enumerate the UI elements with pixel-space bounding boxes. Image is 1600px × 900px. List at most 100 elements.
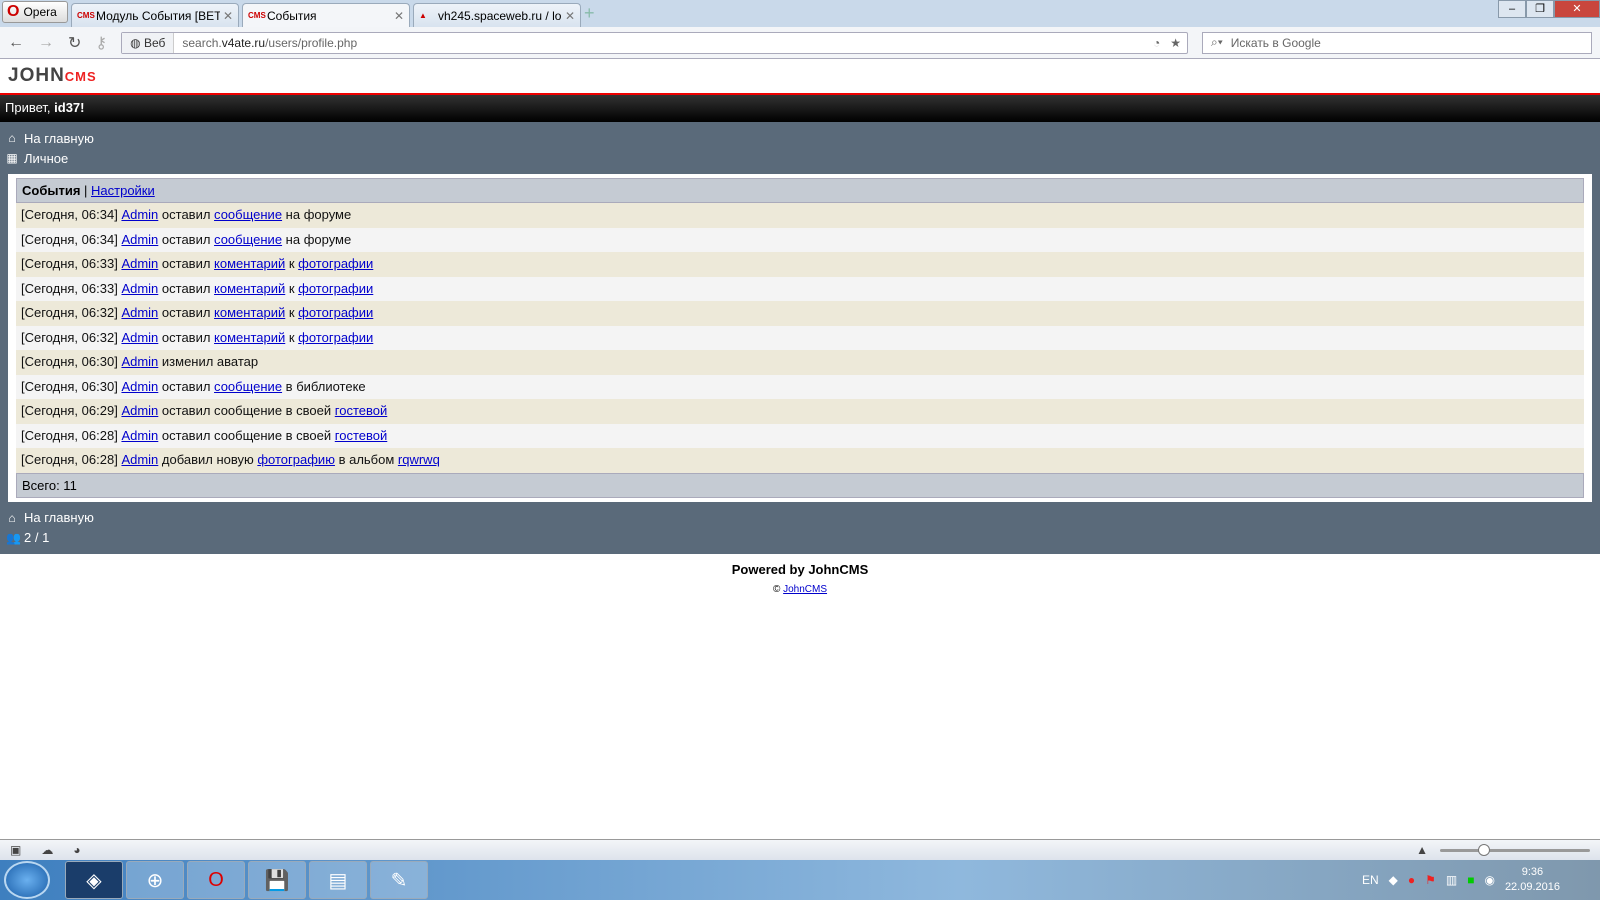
- nav-item[interactable]: ⌂ На главную: [6, 128, 1594, 148]
- back-icon[interactable]: ←: [8, 34, 24, 52]
- nav-label: Личное: [24, 150, 69, 166]
- event-link[interactable]: коментарий: [214, 281, 285, 296]
- speed-dial-icon[interactable]: ◕: [73, 843, 80, 857]
- event-link[interactable]: сообщение: [214, 232, 282, 247]
- bottom-nav: ⌂ На главную 👥 2 / 1: [0, 501, 1600, 554]
- nav-label: На главную: [24, 510, 94, 525]
- event-link[interactable]: фотографии: [298, 330, 373, 345]
- event-link[interactable]: гостевой: [335, 428, 387, 443]
- volume-icon[interactable]: ◉: [1484, 873, 1494, 887]
- key-icon[interactable]: ⚷: [95, 33, 107, 53]
- event-link[interactable]: сообщение: [214, 379, 282, 394]
- event-link[interactable]: сообщение: [214, 207, 282, 222]
- taskbar-save[interactable]: 💾: [248, 861, 306, 899]
- event-time: [Сегодня, 06:28]: [21, 452, 118, 467]
- user-link[interactable]: Admin: [121, 403, 158, 418]
- reload-icon[interactable]: ↻: [68, 33, 81, 53]
- cms-icon: CMS: [248, 11, 266, 20]
- flag-icon[interactable]: ⚑: [1425, 873, 1436, 887]
- panel-toggle-icon[interactable]: ▣: [10, 843, 21, 857]
- event-text: оставил: [158, 256, 215, 271]
- user-link[interactable]: Admin: [121, 256, 158, 271]
- battery-icon[interactable]: ■: [1467, 873, 1474, 887]
- event-time: [Сегодня, 06:30]: [21, 378, 118, 394]
- beats-icon[interactable]: ●: [1408, 873, 1415, 887]
- user-link[interactable]: Admin: [121, 379, 158, 394]
- event-link[interactable]: rqwrwq: [398, 452, 440, 467]
- cms-icon: CMS: [77, 11, 95, 20]
- browser-tab[interactable]: CMS Модуль События [BET... ✕: [71, 3, 239, 27]
- event-time: [Сегодня, 06:34]: [21, 231, 118, 247]
- event-link[interactable]: фотографии: [298, 305, 373, 320]
- zoom-slider[interactable]: [1440, 844, 1590, 856]
- close-tab-icon[interactable]: ✕: [223, 9, 233, 23]
- copyright: © JohnCMS: [772, 583, 828, 595]
- event-link[interactable]: фотографии: [298, 256, 373, 271]
- user-link[interactable]: Admin: [121, 354, 158, 369]
- event-row: [Сегодня, 06:30] Admin изменил аватар: [16, 350, 1584, 375]
- events-panel: События | Настройки [Сегодня, 06:34] Adm…: [8, 174, 1592, 502]
- event-time: [Сегодня, 06:32]: [21, 329, 118, 345]
- language-indicator[interactable]: EN: [1362, 873, 1379, 887]
- nav-label: На главную: [24, 130, 94, 146]
- home-icon: ⌂: [8, 131, 16, 145]
- user-link[interactable]: Admin: [121, 207, 158, 222]
- opera-menu-button[interactable]: O Opera: [2, 1, 68, 23]
- event-link[interactable]: фотографии: [298, 281, 373, 296]
- cloud-icon[interactable]: ☁: [41, 843, 53, 857]
- user-link[interactable]: Admin: [121, 330, 158, 345]
- close-tab-icon[interactable]: ✕: [394, 9, 404, 23]
- taskbar-opera[interactable]: O: [187, 861, 245, 899]
- event-link[interactable]: гостевой: [335, 403, 387, 418]
- maximize-button[interactable]: ❐: [1526, 0, 1554, 18]
- start-button[interactable]: [4, 861, 50, 899]
- close-tab-icon[interactable]: ✕: [565, 9, 575, 23]
- nav-item[interactable]: 👥 2 / 1: [6, 528, 1594, 548]
- nav-item[interactable]: ▦ Личное: [6, 148, 1594, 168]
- event-row: [Сегодня, 06:30] Admin оставил сообщение…: [16, 374, 1584, 399]
- browser-tab[interactable]: CMS События ✕: [242, 3, 410, 27]
- event-text: оставил сообщение в своей: [158, 427, 335, 443]
- settings-link[interactable]: Настройки: [91, 183, 155, 198]
- user-link[interactable]: Admin: [121, 305, 158, 320]
- star-icon[interactable]: ★: [1164, 36, 1187, 50]
- user-link[interactable]: Admin: [121, 281, 158, 296]
- event-link[interactable]: коментарий: [214, 330, 285, 345]
- taskbar-winrar[interactable]: ▤: [309, 861, 367, 899]
- tray-icon[interactable]: ◆: [1389, 873, 1398, 887]
- event-text: на форуме: [282, 231, 352, 247]
- browser-tab[interactable]: ▲ vh245.spaceweb.ru / lo... ✕: [413, 3, 581, 27]
- johncms-link[interactable]: JohnCMS: [783, 584, 827, 595]
- close-window-button[interactable]: ✕: [1554, 0, 1600, 18]
- taskbar-notepad[interactable]: ✎: [370, 861, 428, 899]
- web-badge[interactable]: ◍ Веб: [122, 32, 175, 53]
- powered-by: Powered by JohnCMS: [731, 561, 869, 577]
- event-text: к: [285, 280, 299, 296]
- event-link[interactable]: коментарий: [214, 305, 285, 320]
- address-bar: ← → ↻ ⚷ ◍ Веб search.v4ate.ru/users/prof…: [0, 27, 1600, 59]
- event-link[interactable]: коментарий: [214, 256, 285, 271]
- user-link[interactable]: Admin: [121, 452, 158, 467]
- taskbar-app-2[interactable]: ⊕: [126, 861, 184, 899]
- user-link[interactable]: Admin: [121, 428, 158, 443]
- nav-item[interactable]: ⌂ На главную: [6, 508, 1594, 528]
- event-text: оставил: [158, 305, 215, 320]
- home-icon: ⌂: [8, 510, 16, 525]
- clock[interactable]: 9:36 22.09.2016: [1505, 865, 1560, 895]
- url-input[interactable]: ◍ Веб search.v4ate.ru/users/profile.php …: [121, 31, 1188, 54]
- event-link[interactable]: фотографию: [257, 452, 335, 467]
- up-arrow-icon[interactable]: ▲: [1416, 843, 1428, 857]
- new-tab-button[interactable]: +: [584, 3, 595, 24]
- greeting-bar: Привет, id37!: [0, 95, 1600, 122]
- user-link[interactable]: Admin: [121, 232, 158, 247]
- rss-icon[interactable]: ◔: [1149, 36, 1164, 50]
- search-input[interactable]: ⌕▾ Искать в Google: [1202, 31, 1592, 54]
- event-row: [Сегодня, 06:28] Admin добавил новую фот…: [16, 448, 1584, 473]
- event-text: оставил сообщение в своей: [158, 403, 335, 418]
- site-logo[interactable]: JOHN CMS: [0, 59, 1600, 95]
- device-icon[interactable]: ▥: [1446, 873, 1457, 887]
- minimize-button[interactable]: –: [1498, 0, 1526, 18]
- taskbar-app-1[interactable]: ◈: [65, 861, 123, 899]
- forward-icon[interactable]: →: [38, 34, 54, 52]
- event-text: оставил: [158, 280, 215, 296]
